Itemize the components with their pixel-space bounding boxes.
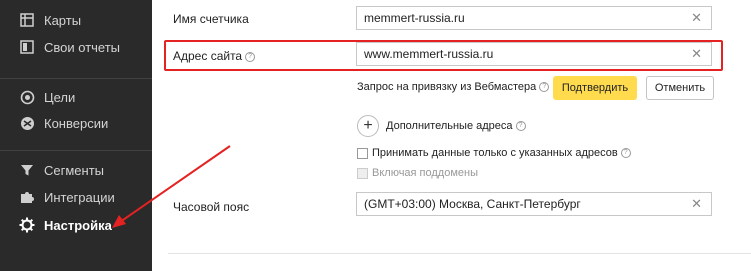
sidebar-item-label: Интеграции — [44, 189, 115, 205]
webmaster-request: Запрос на привязку из Вебмастера? — [357, 81, 550, 93]
counter-name-label: Имя счетчика — [173, 12, 249, 26]
cancel-button[interactable]: Отменить — [646, 76, 714, 100]
counter-name-input[interactable]: memmert-russia.ru ✕ — [356, 6, 712, 30]
sidebar-item-label: Сегменты — [44, 162, 105, 178]
help-icon[interactable]: ? — [245, 51, 256, 62]
sidebar-item-label: Цели — [44, 89, 76, 105]
clear-icon[interactable]: ✕ — [691, 197, 702, 211]
sidebar-item-label: Карты — [44, 12, 82, 28]
sidebar-item-custom-reports[interactable]: Свои отчеты — [0, 34, 152, 60]
counter-name-value: memmert-russia.ru — [364, 11, 465, 25]
timezone-label: Часовой пояс — [173, 200, 250, 214]
puzzle-icon — [19, 189, 35, 205]
accept-only: Принимать данные только с указанных адре… — [372, 147, 631, 159]
site-address-value: www.memmert-russia.ru — [364, 47, 494, 61]
custom-reports-icon — [19, 39, 35, 55]
map-icon — [19, 12, 35, 28]
additional-addresses-label: Дополнительные адреса — [386, 120, 513, 132]
gear-icon — [19, 217, 35, 233]
sidebar-item-goals[interactable]: Цели — [0, 84, 152, 110]
include-subdomains-checkbox[interactable] — [357, 168, 368, 179]
sidebar-item-label: Конверсии — [44, 115, 109, 131]
sidebar-item-label: Свои отчеты — [44, 39, 121, 55]
clear-icon[interactable]: ✕ — [691, 11, 702, 25]
accept-only-label: Принимать данные только с указанных адре… — [372, 147, 618, 159]
help-icon[interactable]: ? — [539, 82, 550, 93]
accept-only-checkbox[interactable] — [357, 148, 368, 159]
additional-addresses[interactable]: Дополнительные адреса? — [386, 120, 526, 132]
clear-icon[interactable]: ✕ — [691, 47, 702, 61]
include-subdomains-label: Включая поддомены — [372, 167, 479, 179]
sidebar-divider — [0, 150, 152, 151]
sidebar-item-integrations[interactable]: Интеграции — [0, 184, 152, 210]
sidebar: Карты Свои отчеты Цели Конверсии Сегмент… — [0, 0, 152, 271]
goals-icon — [19, 89, 35, 105]
site-address-label-text: Адрес сайта — [173, 49, 243, 63]
sidebar-item-settings[interactable]: Настройка — [0, 212, 152, 238]
site-address-input[interactable]: www.memmert-russia.ru ✕ — [356, 42, 712, 66]
sidebar-item-conversions[interactable]: Конверсии — [0, 110, 152, 136]
confirm-button[interactable]: Подтвердить — [553, 76, 637, 100]
sidebar-item-segments[interactable]: Сегменты — [0, 157, 152, 183]
sidebar-item-maps[interactable]: Карты — [0, 7, 152, 33]
timezone-value: (GMT+03:00) Москва, Санкт-Петербург — [364, 197, 581, 211]
section-divider — [168, 253, 751, 254]
sidebar-divider — [0, 78, 152, 79]
conversions-icon — [19, 115, 35, 131]
help-icon[interactable]: ? — [620, 148, 631, 159]
add-address-button[interactable]: + — [357, 115, 379, 137]
webmaster-request-text: Запрос на привязку из Вебмастера — [357, 81, 537, 93]
site-address-label: Адрес сайта? — [173, 49, 256, 63]
timezone-select[interactable]: (GMT+03:00) Москва, Санкт-Петербург ✕ — [356, 192, 712, 216]
help-icon[interactable]: ? — [515, 121, 526, 132]
sidebar-item-label: Настройка — [44, 217, 112, 233]
filter-icon — [19, 162, 35, 178]
